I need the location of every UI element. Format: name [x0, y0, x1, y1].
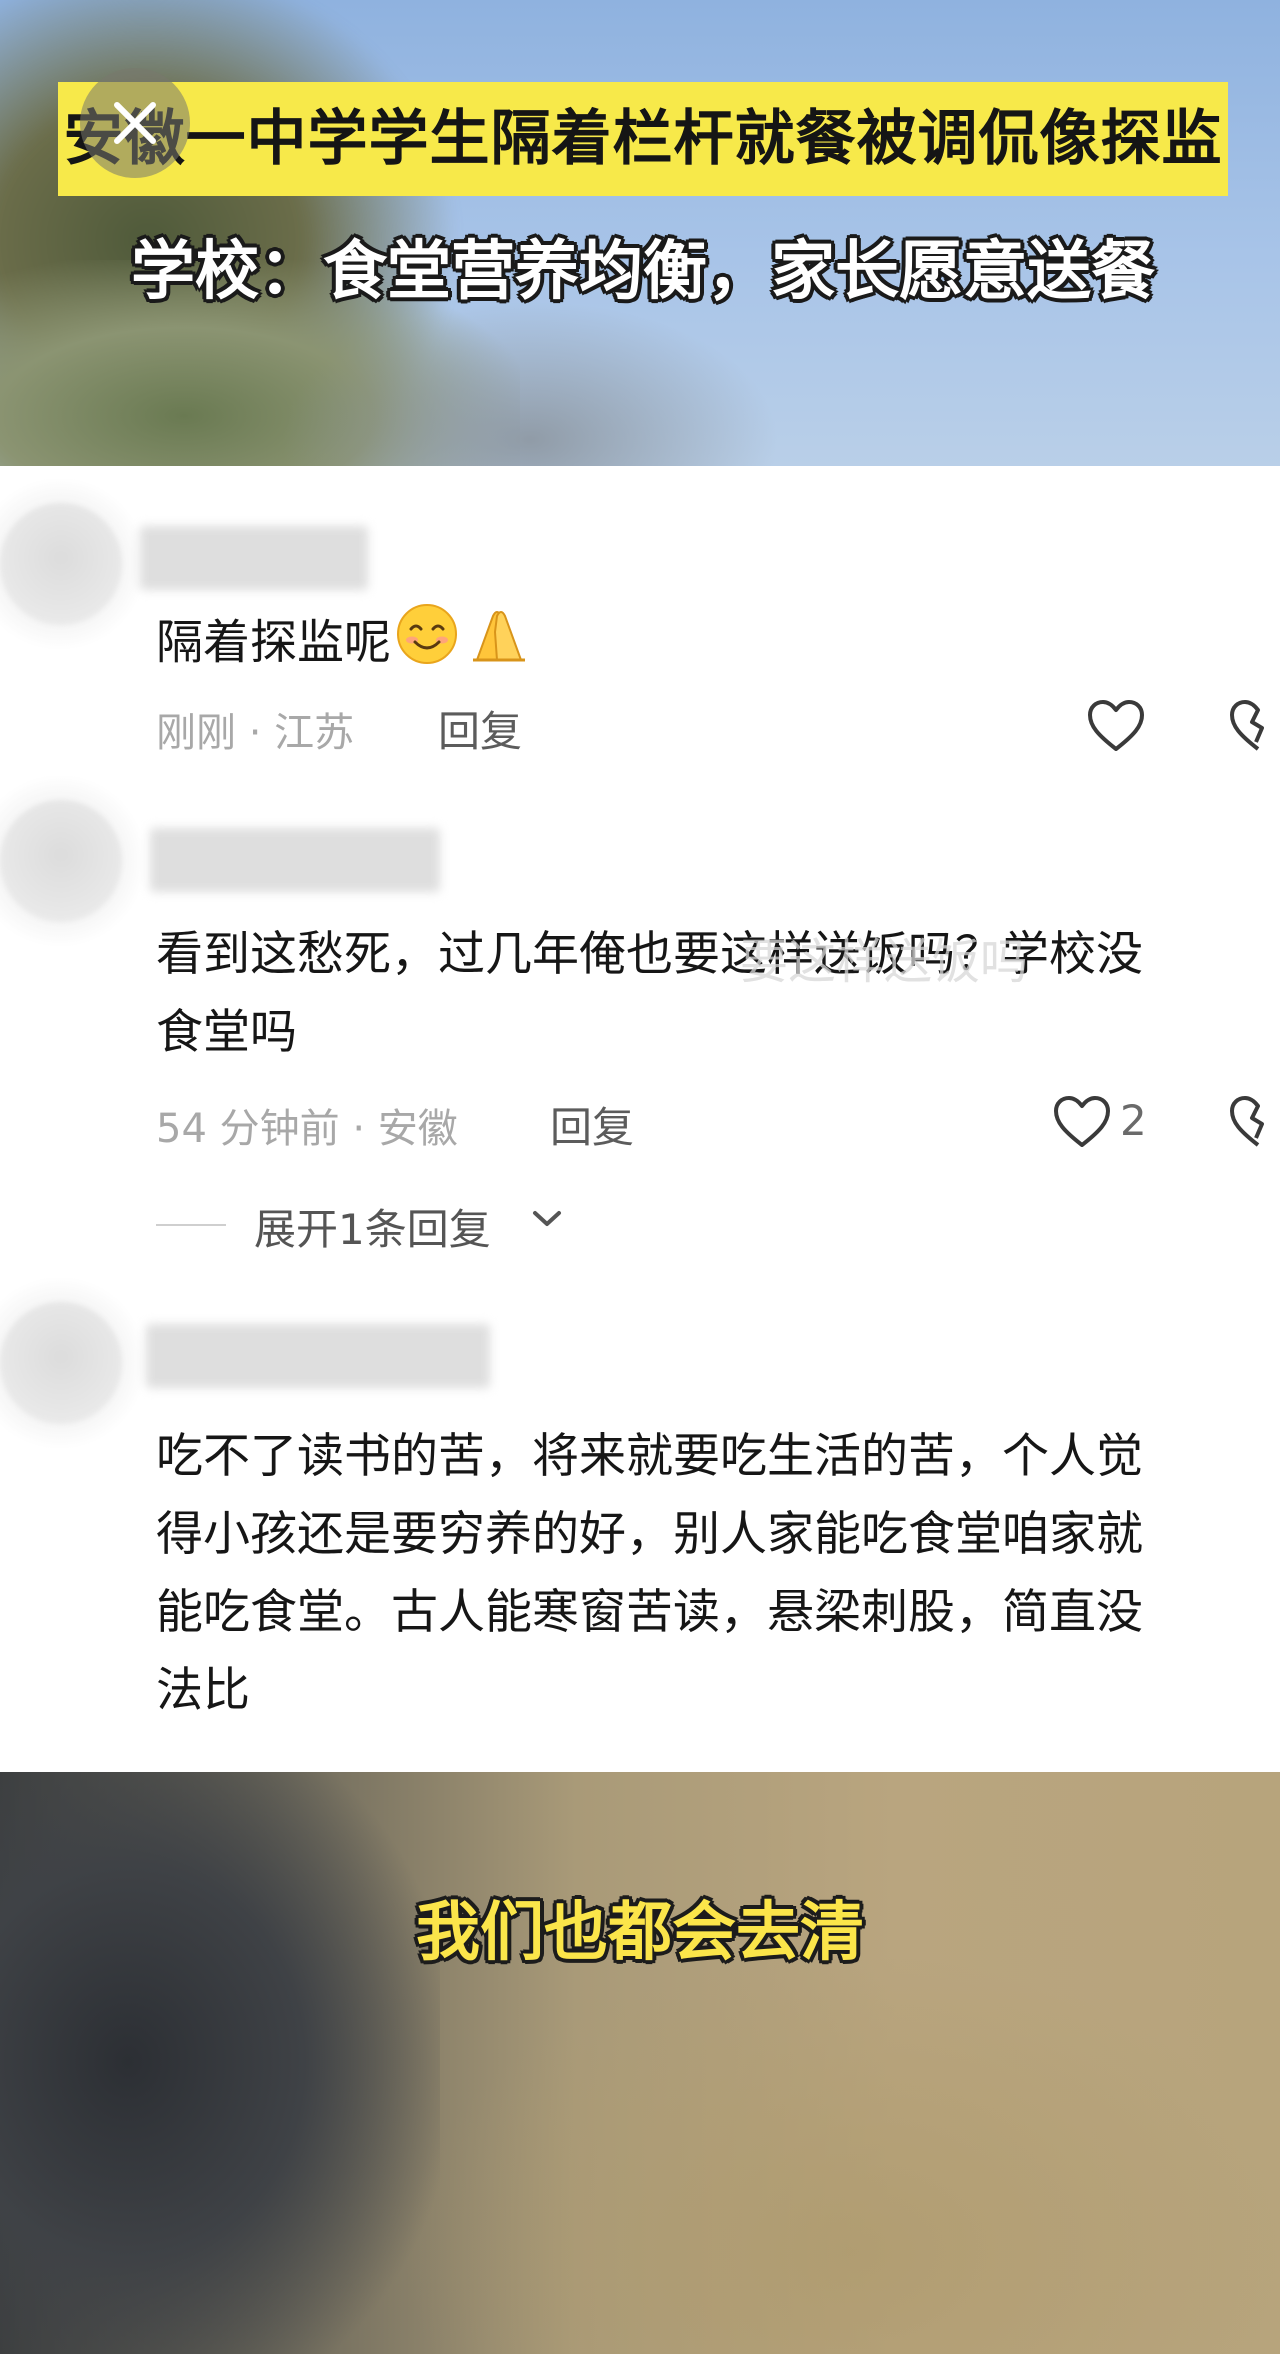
avatar[interactable]: [0, 503, 122, 625]
comment-text-line: 得小孩还是要穷养的好，别人家能吃食堂咱家就: [156, 1507, 1143, 1562]
video-frame-bottom: [0, 1772, 1280, 2354]
reply-button[interactable]: 回复: [550, 1094, 634, 1155]
video-subtitle: 我们也都会去清: [416, 1896, 864, 1970]
comment-meta: 刚刚 · 江苏: [156, 710, 355, 756]
headline-caption: 安徽一中学学生隔着栏杆就餐被调侃像探监: [63, 104, 1223, 174]
expand-divider: [156, 1224, 226, 1226]
comment-text-line: 隔着探监呢: [156, 615, 391, 671]
expand-replies-button[interactable]: 展开1条回复: [254, 1196, 491, 1257]
comment-meta: 54 分钟前 · 安徽: [156, 1106, 458, 1152]
close-icon: [114, 102, 156, 144]
broken-heart-icon[interactable]: [1228, 1094, 1280, 1150]
heart-icon[interactable]: [1086, 698, 1146, 754]
chevron-down-icon[interactable]: [530, 1208, 564, 1230]
avatar[interactable]: [0, 800, 122, 922]
comment-text-line: 吃不了读书的苦，将来就要吃生活的苦，个人觉: [156, 1429, 1143, 1484]
reply-button[interactable]: 回复: [438, 698, 522, 759]
comment-text: 隔着探监呢: [156, 602, 535, 690]
folded-hands-emoji: [463, 602, 535, 690]
overlay-watermark-text: 要这样送饭吗: [740, 934, 1029, 990]
comment-text-line: 法比: [156, 1663, 250, 1718]
avatar[interactable]: [0, 1302, 122, 1424]
username-blurred[interactable]: [140, 526, 368, 590]
video-frame-top: 安徽一中学学生隔着栏杆就餐被调侃像探监 学校：食堂营养均衡，家长愿意送餐: [0, 0, 1280, 466]
video-background-blur: [400, 1952, 1280, 2354]
video-background-blur: [280, 300, 780, 466]
video-background-blur: [0, 1772, 440, 2354]
broken-heart-icon[interactable]: [1228, 698, 1280, 754]
username-blurred[interactable]: [146, 1324, 490, 1388]
subheadline-caption: 学校：食堂营养均衡，家长愿意送餐: [131, 235, 1155, 309]
comment-text-line: 食堂吗: [156, 1005, 297, 1060]
username-blurred[interactable]: [150, 828, 440, 892]
heart-icon[interactable]: [1052, 1094, 1112, 1150]
close-button[interactable]: [80, 68, 190, 178]
comment-text-line: 能吃食堂。古人能寒窗苦读，悬梁刺股，简直没: [156, 1585, 1143, 1640]
smiling-face-emoji: [395, 602, 459, 690]
comments-panel: 隔着探监呢 刚刚 · 江苏 回复 看到这愁死，过几年俺也要这样送饭吗？学校没 食…: [0, 466, 1280, 1772]
like-count: 2: [1120, 1096, 1147, 1145]
